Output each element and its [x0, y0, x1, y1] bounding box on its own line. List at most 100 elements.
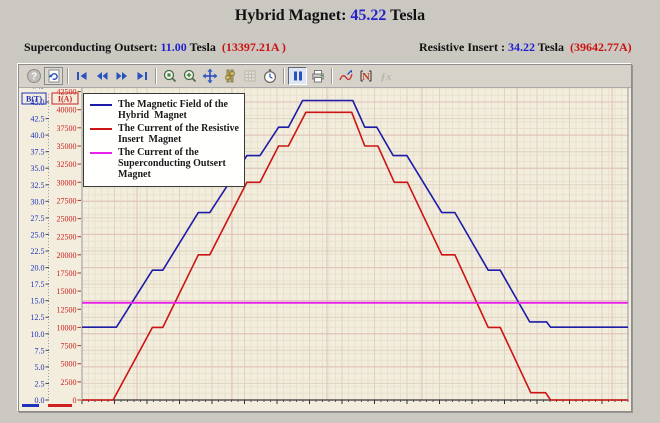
page-title: Hybrid Magnet: 45.22 Tesla: [0, 7, 660, 25]
svg-text:2.5: 2.5: [35, 379, 45, 388]
legend-swatch: [90, 128, 112, 130]
svg-text:42.5: 42.5: [31, 115, 45, 124]
zoom-out-icon: [162, 68, 178, 84]
svg-text:I(A): I(A): [58, 95, 73, 104]
svg-text:30000: 30000: [57, 178, 77, 187]
grid-button: [240, 67, 259, 85]
svg-text:ƒx: ƒx: [380, 71, 392, 83]
formula-button: ƒx: [376, 67, 395, 85]
toolbar: ? Nƒx: [19, 65, 631, 88]
svg-text:2500: 2500: [61, 378, 77, 387]
step-back-button[interactable]: [92, 67, 111, 85]
legend-item: The Current of the Superconducting Outse…: [90, 147, 240, 180]
svg-text:5.0: 5.0: [35, 363, 45, 372]
svg-text:37500: 37500: [57, 124, 77, 133]
formula-icon: ƒx: [378, 68, 394, 84]
legend-label: The Magnetic Field of the Hybrid Magnet: [118, 99, 228, 121]
step-back-icon: [94, 68, 110, 84]
title-unit: Tesla: [390, 7, 425, 24]
chart-widget: ?Nƒx 0.02.55.07.510.012.515.017.520.022.…: [18, 64, 632, 412]
zoom-in-button[interactable]: [180, 67, 199, 85]
toolbar-separator: [331, 68, 332, 84]
svg-text:37.5: 37.5: [31, 148, 45, 157]
step-forward-icon: [114, 68, 130, 84]
timer-button[interactable]: [260, 67, 279, 85]
pan-button[interactable]: [200, 67, 219, 85]
legend-swatch: [90, 152, 112, 154]
adjust-scales-button[interactable]: [220, 67, 239, 85]
svg-text:27.5: 27.5: [31, 214, 45, 223]
svg-text:17500: 17500: [57, 269, 77, 278]
toolbar-separator: [155, 68, 156, 84]
svg-text:20.0: 20.0: [31, 264, 45, 273]
edit-curve-button[interactable]: [336, 67, 355, 85]
svg-text:7500: 7500: [61, 342, 77, 351]
svg-text:25000: 25000: [57, 215, 77, 224]
svg-text:22500: 22500: [57, 233, 77, 242]
svg-text:32500: 32500: [57, 160, 77, 169]
step-forward-button[interactable]: [112, 67, 131, 85]
svg-text:B(T): B(T): [26, 95, 42, 104]
go-last-button[interactable]: [132, 67, 151, 85]
pause-button[interactable]: [288, 67, 307, 85]
svg-text:?: ?: [30, 72, 36, 83]
pan-icon: [202, 68, 218, 84]
zoom-out-button[interactable]: [160, 67, 179, 85]
svg-text:N: N: [362, 71, 370, 83]
title-value: 45.22: [350, 7, 386, 24]
chart-legend: The Magnetic Field of the Hybrid MagnetT…: [83, 93, 245, 187]
svg-text:12.5: 12.5: [31, 313, 45, 322]
outsert-tesla: 11.00: [160, 40, 186, 54]
svg-text:20000: 20000: [57, 251, 77, 260]
legend-item: The Magnetic Field of the Hybrid Magnet: [90, 99, 240, 121]
zoom-in-icon: [182, 68, 198, 84]
svg-text:0.0: 0.0: [35, 396, 45, 405]
svg-text:25.0: 25.0: [31, 230, 45, 239]
legend-swatch: [90, 104, 112, 106]
legend-label: The Current of the Superconducting Outse…: [118, 147, 226, 180]
svg-text:40000: 40000: [57, 106, 77, 115]
svg-text:40.0: 40.0: [31, 131, 45, 140]
svg-text:30.0: 30.0: [31, 197, 45, 206]
insert-unit: Tesla: [538, 40, 564, 54]
pause-icon: [290, 68, 306, 84]
b-axis-scroll-thumb[interactable]: [22, 404, 39, 407]
go-first-button[interactable]: [72, 67, 91, 85]
normalize-icon: N: [358, 68, 374, 84]
svg-text:10000: 10000: [57, 323, 77, 332]
refresh-page-button[interactable]: [44, 67, 63, 85]
toolbar-separator: [283, 68, 284, 84]
print-icon: [310, 68, 326, 84]
svg-text:35.0: 35.0: [31, 164, 45, 173]
svg-text:10.0: 10.0: [31, 330, 45, 339]
svg-text:7.5: 7.5: [35, 346, 45, 355]
svg-text:17.5: 17.5: [31, 280, 45, 289]
outsert-readout: Superconducting Outsert: 11.00 Tesla (13…: [24, 40, 286, 55]
grid-icon: [242, 68, 258, 84]
insert-current: (39642.77A): [570, 40, 632, 54]
title-label: Hybrid Magnet:: [235, 7, 347, 24]
go-last-icon: [134, 68, 150, 84]
legend-label: The Current of the Resistive Insert Magn…: [118, 123, 239, 145]
svg-text:35000: 35000: [57, 142, 77, 151]
refresh-page-icon: [46, 68, 62, 84]
print-button[interactable]: [308, 67, 327, 85]
adjust-scales-icon: [222, 68, 238, 84]
svg-text:15000: 15000: [57, 287, 77, 296]
insert-tesla: 34.22: [508, 40, 535, 54]
outsert-unit: Tesla: [190, 40, 216, 54]
legend-item: The Current of the Resistive Insert Magn…: [90, 123, 240, 145]
normalize-button[interactable]: N: [356, 67, 375, 85]
svg-text:22.5: 22.5: [31, 247, 45, 256]
help-button[interactable]: ?: [24, 67, 43, 85]
svg-text:27500: 27500: [57, 196, 77, 205]
svg-text:5000: 5000: [61, 360, 77, 369]
i-axis-scroll-thumb[interactable]: [48, 404, 72, 407]
go-first-icon: [74, 68, 90, 84]
edit-curve-icon: [338, 68, 354, 84]
svg-text:12500: 12500: [57, 305, 77, 314]
timer-icon: [262, 68, 278, 84]
outsert-current: (13397.21A ): [222, 40, 286, 54]
svg-text:32.5: 32.5: [31, 181, 45, 190]
outsert-label: Superconducting Outsert:: [24, 40, 157, 54]
